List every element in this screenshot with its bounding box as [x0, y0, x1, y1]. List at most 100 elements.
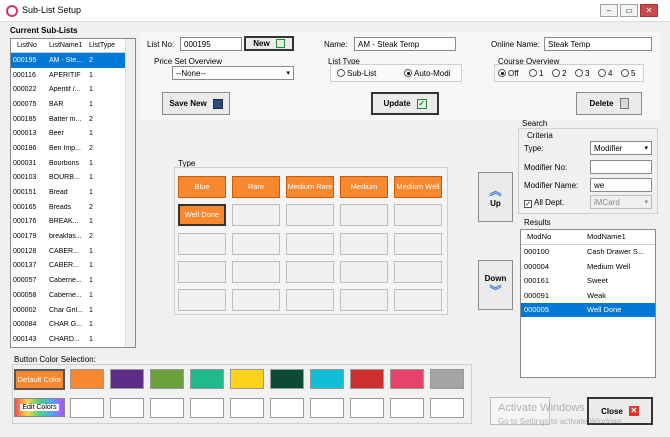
custom-color-slot[interactable]	[70, 398, 104, 418]
update-button[interactable]: Update ✓	[371, 92, 439, 115]
course-2[interactable]: 2	[552, 69, 566, 78]
list-item[interactable]: 000005 Well Done	[521, 302, 655, 317]
custom-color-slot[interactable]	[190, 398, 224, 418]
table-row[interactable]: 000165 Breads 2	[11, 200, 135, 215]
table-row[interactable]: 000137 CABER... 1	[11, 259, 135, 274]
table-row[interactable]: 000151 Bread 1	[11, 185, 135, 200]
type-button-medium-rare[interactable]: Medium Rare	[286, 176, 334, 198]
list-item[interactable]: 000091 Weak	[521, 288, 655, 303]
price-set-select[interactable]: --None-- ▾	[172, 66, 294, 80]
type-slot[interactable]	[232, 289, 280, 311]
type-slot[interactable]	[178, 289, 226, 311]
type-slot[interactable]	[178, 233, 226, 255]
table-row[interactable]: 000075 BAR 1	[11, 97, 135, 112]
col-modno[interactable]: ModNo	[521, 232, 587, 241]
list-no-field[interactable]: 000195	[180, 37, 242, 51]
custom-color-slot[interactable]	[150, 398, 184, 418]
custom-color-slot[interactable]	[350, 398, 384, 418]
online-name-field[interactable]: Steak Temp	[544, 37, 652, 51]
color-swatch[interactable]	[230, 369, 264, 389]
delete-button[interactable]: Delete	[576, 92, 642, 115]
color-swatch[interactable]	[150, 369, 184, 389]
type-slot[interactable]	[394, 204, 442, 226]
color-swatch[interactable]	[390, 369, 424, 389]
type-slot[interactable]	[286, 289, 334, 311]
table-row[interactable]: 000185 Batter m... 2	[11, 112, 135, 127]
modifier-name-field[interactable]: we	[590, 178, 652, 192]
type-slot[interactable]	[394, 233, 442, 255]
move-up-button[interactable]: ︽ Up	[478, 172, 513, 222]
table-row[interactable]: 000128 CABER... 1	[11, 244, 135, 259]
radio-auto-modi[interactable]: Auto-Modi	[404, 69, 450, 78]
type-slot[interactable]	[340, 204, 388, 226]
type-button-medium-well[interactable]: Medium Well	[394, 176, 442, 198]
search-type-select[interactable]: Modifier ▾	[590, 141, 652, 155]
name-field[interactable]: AM - Steak Temp	[354, 37, 456, 51]
sublists-scrollbar[interactable]	[125, 39, 135, 347]
color-swatch[interactable]	[110, 369, 144, 389]
table-row[interactable]: 000103 BOURB... 1	[11, 171, 135, 186]
list-item[interactable]: 000004 Medium Well	[521, 259, 655, 274]
table-row[interactable]: 000195 AM - Ste... 2	[11, 53, 135, 68]
type-button-well-done[interactable]: Well Done	[178, 204, 226, 226]
sublists-table[interactable]: ListNo ListName1 ListType 000195 AM - Ste…	[10, 38, 136, 348]
color-swatch[interactable]	[310, 369, 344, 389]
custom-color-slot[interactable]	[430, 398, 464, 418]
col-modname[interactable]: ModName1	[587, 232, 655, 241]
course-3[interactable]: 3	[575, 69, 589, 78]
color-swatch[interactable]	[350, 369, 384, 389]
maximize-button[interactable]: ▭	[620, 4, 638, 17]
list-item[interactable]: 000100 Cash Drawer S...	[521, 245, 655, 260]
course-1[interactable]: 1	[529, 69, 543, 78]
custom-color-slot[interactable]	[110, 398, 144, 418]
table-row[interactable]: 000186 Ben Imp... 2	[11, 141, 135, 156]
new-button[interactable]: New	[244, 36, 294, 51]
edit-colors-button[interactable]: Edit Colors	[14, 398, 65, 417]
course-4[interactable]: 4	[598, 69, 612, 78]
dept-select[interactable]: iMCard ▾	[590, 195, 652, 209]
type-button-blue[interactable]: Blue	[178, 176, 226, 198]
custom-color-slot[interactable]	[310, 398, 344, 418]
type-slot[interactable]	[232, 261, 280, 283]
color-swatch[interactable]	[270, 369, 304, 389]
type-slot[interactable]	[232, 204, 280, 226]
table-row[interactable]: 000058 Caberne... 1	[11, 288, 135, 303]
table-row[interactable]: 000176 BREAK... 1	[11, 215, 135, 230]
table-row[interactable]: 000123CHARD...1	[11, 347, 135, 348]
default-color-button[interactable]: Default Color	[14, 369, 65, 390]
table-row[interactable]: 000031 Bourbons 1	[11, 156, 135, 171]
color-swatch[interactable]	[70, 369, 104, 389]
type-slot[interactable]	[178, 261, 226, 283]
type-slot[interactable]	[340, 233, 388, 255]
table-row[interactable]: 000084 CHAR G... 1	[11, 317, 135, 332]
type-slot[interactable]	[340, 261, 388, 283]
type-slot[interactable]	[286, 204, 334, 226]
col-listno[interactable]: ListNo	[11, 42, 49, 49]
move-down-button[interactable]: Down ︾	[478, 260, 513, 310]
radio-sub-list[interactable]: Sub-List	[337, 69, 376, 78]
list-item[interactable]: 000161 Sweet	[521, 274, 655, 289]
modifier-no-field[interactable]	[590, 160, 652, 174]
type-slot[interactable]	[286, 261, 334, 283]
type-slot[interactable]	[394, 261, 442, 283]
col-listname[interactable]: ListName1	[49, 42, 87, 49]
table-row[interactable]: 000022 Aperitif /... 1	[11, 82, 135, 97]
col-listtype[interactable]: ListType	[87, 42, 117, 49]
table-row[interactable]: 000013 Beer 1	[11, 126, 135, 141]
all-dept-checkbox[interactable]: ✓ All Dept.	[524, 198, 564, 208]
course-off[interactable]: Off	[498, 69, 519, 78]
minimize-button[interactable]: –	[600, 4, 618, 17]
type-button-rare[interactable]: Rare	[232, 176, 280, 198]
table-row[interactable]: 000002 Char Gril... 1	[11, 303, 135, 318]
type-slot[interactable]	[286, 233, 334, 255]
type-slot[interactable]	[340, 289, 388, 311]
custom-color-slot[interactable]	[230, 398, 264, 418]
table-row[interactable]: 000179 breakfas... 2	[11, 229, 135, 244]
course-5[interactable]: 5	[621, 69, 635, 78]
table-row[interactable]: 000057 Caberne... 1	[11, 273, 135, 288]
custom-color-slot[interactable]	[390, 398, 424, 418]
table-row[interactable]: 000116 APERITIF 1	[11, 68, 135, 83]
table-row[interactable]: 000143 CHARD... 1	[11, 332, 135, 347]
color-swatch[interactable]	[190, 369, 224, 389]
color-swatch[interactable]	[430, 369, 464, 389]
